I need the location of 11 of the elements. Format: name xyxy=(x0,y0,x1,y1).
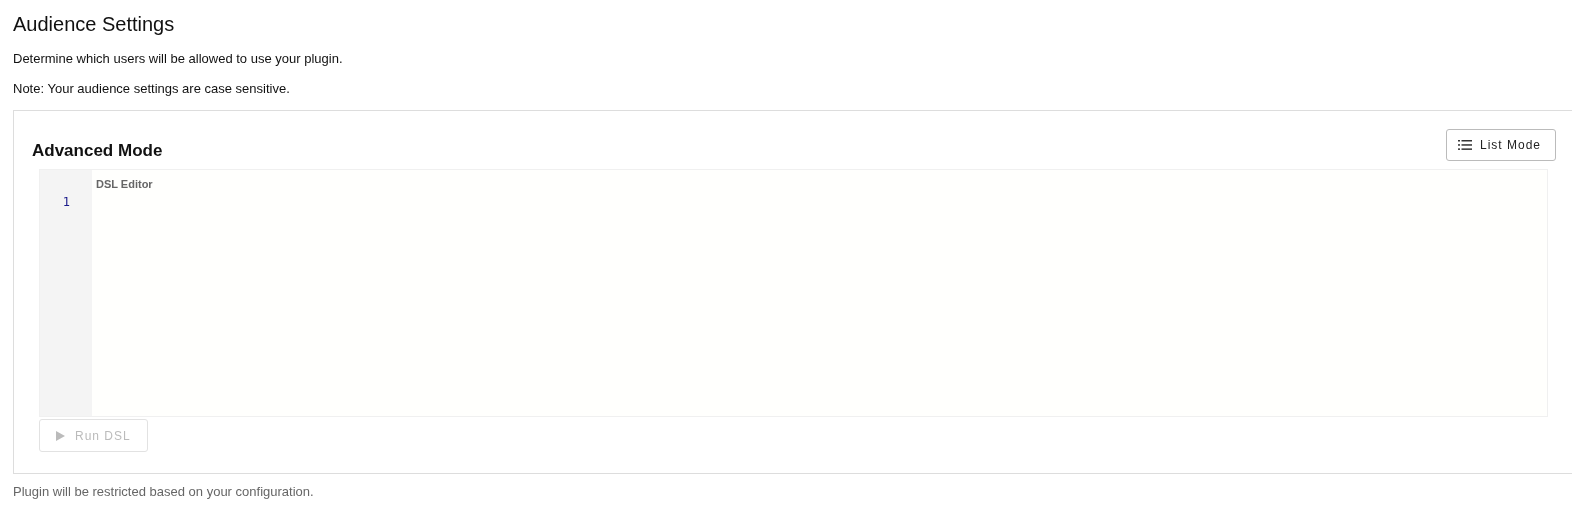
description-text: Determine which users will be allowed to use your plugin. xyxy=(13,50,344,67)
code-editor[interactable]: 1 DSL Editor xyxy=(39,169,1548,417)
play-icon xyxy=(56,430,65,441)
note-text: Note: Your audience settings are case sensitive. xyxy=(13,80,291,97)
list-icon xyxy=(1457,139,1472,151)
editor-label: DSL Editor xyxy=(96,178,153,190)
list-mode-button[interactable]: List Mode xyxy=(1445,129,1556,161)
line-number: 1 xyxy=(61,194,71,210)
footer-text: Plugin will be restricted based on your configuration. xyxy=(13,484,315,499)
panel-title: Advanced Mode xyxy=(32,141,163,161)
page-title: Audience Settings xyxy=(13,12,176,37)
